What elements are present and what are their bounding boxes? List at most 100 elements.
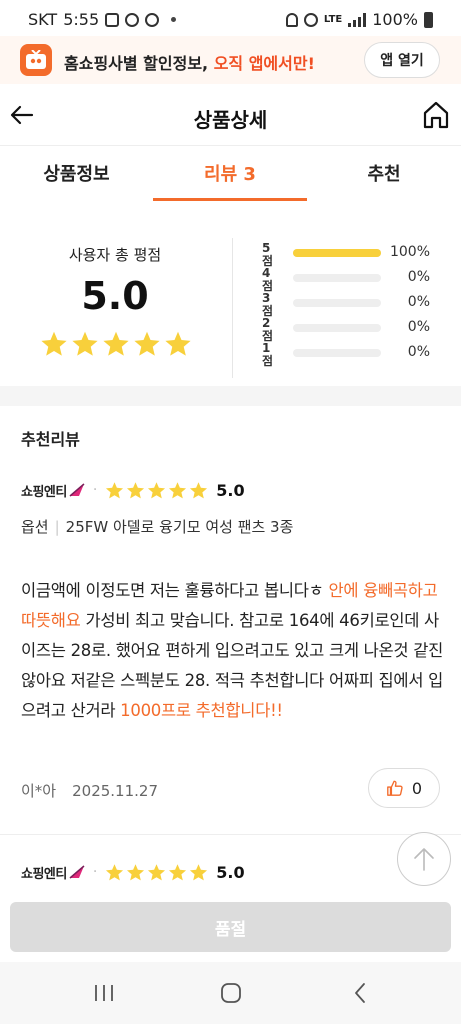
alarm-icon xyxy=(303,12,318,27)
recommended-reviews-heading: 추천리뷰 xyxy=(21,430,80,449)
star-icon xyxy=(106,863,124,880)
back-chevron-icon[interactable] xyxy=(348,980,374,1006)
promo-text-prefix: 홈쇼핑사별 할인정보, xyxy=(64,54,214,73)
sold-out-button[interactable]: 품절 xyxy=(10,902,451,952)
review-score: 5.0 xyxy=(216,480,245,500)
rating-row-percent: 0% xyxy=(407,269,430,285)
system-nav-bar xyxy=(0,962,461,1024)
rating-bar-track xyxy=(293,249,381,257)
rating-row-4: 4점 0% xyxy=(262,267,442,293)
review-option-label: 옵션 xyxy=(21,518,49,536)
star-icon xyxy=(190,481,208,498)
star-icon xyxy=(148,481,166,498)
review-body-highlight: 1000프로 추천합니다!! xyxy=(120,701,283,720)
review-date: 2025.11.27 xyxy=(72,782,158,800)
rating-summary: 사용자 총 평점 5.0 5점 100% 4점 0% 3점 0% 2점 0% 1… xyxy=(0,220,461,386)
separator-dot: · xyxy=(92,482,98,498)
star-icon xyxy=(169,863,187,880)
thumbs-up-icon xyxy=(387,780,403,796)
scroll-to-top-button[interactable] xyxy=(397,832,451,886)
review-score: 5.0 xyxy=(216,862,245,882)
review-body-text: 이금액에 이정도면 저는 훌륭하다고 봅니다ㅎ xyxy=(21,581,329,600)
rating-summary-divider xyxy=(232,238,233,378)
rating-row-label: 3점 xyxy=(262,291,274,318)
rating-row-label: 4점 xyxy=(262,266,274,293)
open-app-button[interactable]: 앱 열기 xyxy=(364,42,440,78)
rating-bar-track xyxy=(293,324,381,332)
tab-reviews[interactable]: 리뷰 3 xyxy=(153,160,307,186)
tab-bar: 상품정보 리뷰 3 추천 xyxy=(0,146,461,202)
network-type: LTE xyxy=(323,14,343,25)
rating-bar-track xyxy=(293,349,381,357)
review-brand: 쇼핑엔티 xyxy=(21,863,85,882)
review-divider xyxy=(0,834,461,835)
app-bar: 상품상세 xyxy=(0,84,461,146)
review-brand: 쇼핑엔티 xyxy=(21,481,85,500)
rating-row-2: 2점 0% xyxy=(262,317,442,343)
rating-row-label: 2점 xyxy=(262,316,274,343)
tab-product-info[interactable]: 상품정보 xyxy=(0,160,153,186)
arrow-up-icon xyxy=(414,848,434,871)
battery-percent: 100% xyxy=(372,10,418,29)
bottom-action-bar: 품절 xyxy=(0,894,461,962)
rating-summary-score: 5.0 xyxy=(81,274,149,318)
star-icon xyxy=(72,331,98,356)
star-icon xyxy=(127,481,145,498)
option-divider: | xyxy=(54,518,60,536)
home-circle-icon[interactable] xyxy=(218,980,244,1006)
star-icon xyxy=(106,481,124,498)
brand-mark-icon xyxy=(69,865,85,879)
talk-notification-icon xyxy=(125,12,140,27)
rating-summary-stars xyxy=(40,330,192,358)
rating-bar-fill xyxy=(293,249,381,257)
review-meta: 이*아 2025.11.27 xyxy=(21,780,158,801)
review-brand-name: 쇼핑엔티 xyxy=(21,866,67,882)
star-icon xyxy=(103,331,129,356)
star-icon xyxy=(169,481,187,498)
app-promo-banner[interactable]: 홈쇼핑사별 할인정보, 오직 앱에서만! 앱 열기 xyxy=(0,36,461,84)
active-tab-indicator xyxy=(153,198,307,201)
like-count: 0 xyxy=(411,778,423,798)
home-icon[interactable] xyxy=(421,100,451,130)
review-brand-name: 쇼핑엔티 xyxy=(21,484,67,500)
star-icon xyxy=(134,331,160,356)
carrier-label: SKT xyxy=(28,10,58,29)
pill-notification-icon xyxy=(142,9,163,30)
review-body: 이금액에 이정도면 저는 훌륭하다고 봅니다ㅎ 안에 융빼곡하고 따뜻해요 가성… xyxy=(21,576,446,726)
promo-text: 홈쇼핑사별 할인정보, 오직 앱에서만! xyxy=(64,50,315,74)
rating-row-label: 1점 xyxy=(262,341,274,368)
lock-status-icon xyxy=(285,12,298,27)
star-icon xyxy=(148,863,166,880)
rating-row-percent: 100% xyxy=(389,244,430,260)
rating-row-percent: 0% xyxy=(407,294,430,310)
rating-row-1: 1점 0% xyxy=(262,342,442,368)
review-stars xyxy=(105,863,208,882)
review-stars xyxy=(105,481,208,500)
star-icon xyxy=(127,863,145,880)
section-separator xyxy=(0,386,461,406)
rating-summary-label: 사용자 총 평점 xyxy=(68,246,162,264)
battery-icon xyxy=(424,11,433,28)
rating-row-percent: 0% xyxy=(407,344,430,360)
rating-bar-track xyxy=(293,299,381,307)
brand-mark-icon xyxy=(69,483,85,497)
more-notifications-icon xyxy=(171,17,177,22)
review-author: 이*아 xyxy=(21,782,57,800)
review-option: 옵션 | 25FW 아델로 융기모 여성 팬츠 3종 xyxy=(21,516,293,537)
signal-icon xyxy=(348,12,367,27)
rating-bar-track xyxy=(293,274,381,282)
gallery-notification-icon xyxy=(105,12,120,27)
like-button[interactable]: 0 xyxy=(368,768,440,808)
promo-text-highlight: 오직 앱에서만! xyxy=(213,54,315,73)
rating-row-5: 5점 100% xyxy=(262,242,442,268)
recent-apps-icon[interactable] xyxy=(91,980,117,1006)
star-icon xyxy=(190,863,208,880)
star-icon xyxy=(165,331,191,356)
star-icon xyxy=(41,331,67,356)
page-title: 상품상세 xyxy=(193,108,268,132)
rating-row-3: 3점 0% xyxy=(262,292,442,318)
rating-row-percent: 0% xyxy=(407,319,430,335)
tab-recommend[interactable]: 추천 xyxy=(307,160,461,186)
app-logo-icon xyxy=(20,44,52,76)
rating-row-label: 5점 xyxy=(262,241,274,268)
